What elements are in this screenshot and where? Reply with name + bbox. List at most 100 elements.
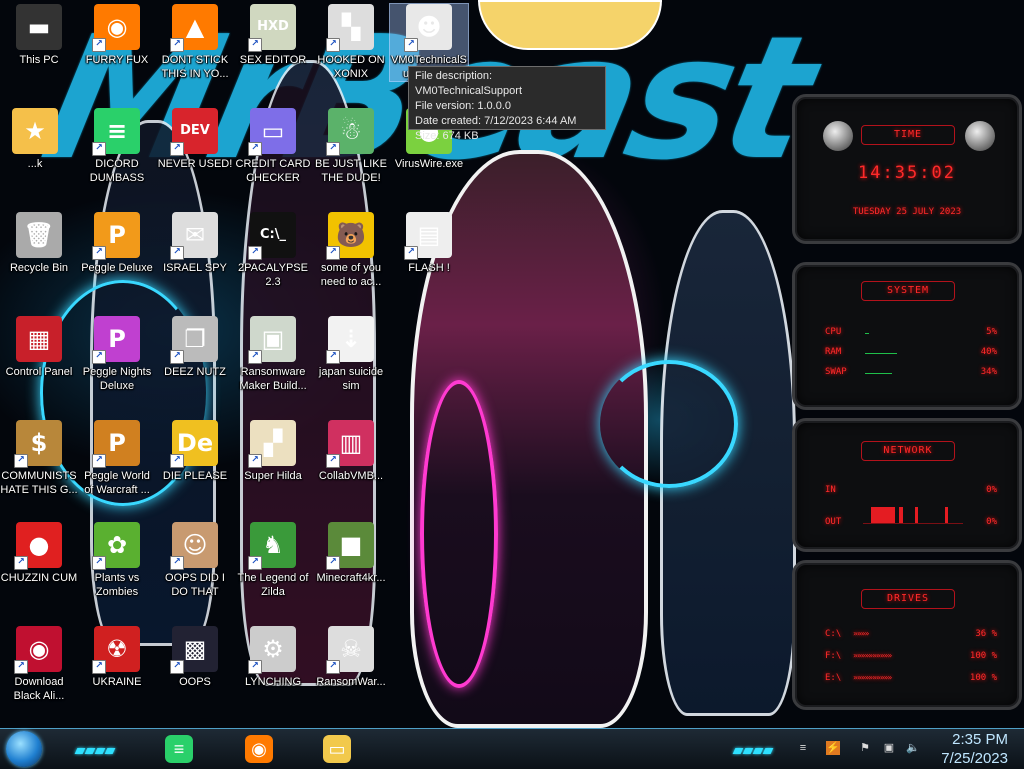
2pacalypse-icon: C:\_ ↗ xyxy=(248,212,296,260)
system-cpu-value: 5% xyxy=(986,327,997,337)
tooltip-version: File version: 1.0.0.0 xyxy=(415,100,511,112)
minecraft4kr-icon: ■ ↗ xyxy=(326,522,374,570)
taskbar-button-discord-pinned[interactable]: ≡ xyxy=(156,731,202,767)
desktop-icon-be-just-like-the-dude[interactable]: ☃ ↗ BE JUST LIKE THE DUDE! xyxy=(312,108,390,185)
peggle-nights-icon: P ↗ xyxy=(92,316,140,364)
desktop-icon-japan-suicide-sim[interactable]: ⇣ ↗ japan suicide sim xyxy=(312,316,390,393)
desktop-icon-israel-spy[interactable]: ✉ ↗ ISRAEL SPY xyxy=(156,212,234,275)
hooked-on-xonix-icon: ▚ ↗ xyxy=(326,4,374,52)
desktop-icon-never-used[interactable]: DEV ↗ NEVER USED! xyxy=(156,108,234,171)
system-ram-value: 40% xyxy=(980,347,997,357)
desktop-icon-some-of-you[interactable]: 🐻 ↗ some of you need to ac... xyxy=(312,212,390,289)
widget-network-title: NETWORK xyxy=(861,441,955,461)
desktop-icon-lynching[interactable]: ⚙ ↗ LYNCHING xyxy=(234,626,312,689)
system-swap-bar xyxy=(865,373,892,374)
dicord-dumbass-icon: ≡ ↗ xyxy=(92,108,140,156)
taskbar-clock-time: 2:35 PM xyxy=(952,731,1008,748)
desktop-icon-oops-did-i[interactable]: ☺ ↗ OOPS DID I DO THAT xyxy=(156,522,234,599)
drive-usage-bar: »»»» xyxy=(853,629,869,638)
peggle-deluxe-icon: P ↗ xyxy=(92,212,140,260)
dont-stick-icon: ▲ ↗ xyxy=(170,4,218,52)
widget-drives-title: DRIVES xyxy=(861,589,955,609)
shortcut-arrow-icon: ↗ xyxy=(170,350,184,364)
widget-time-clock: 14:35:02 xyxy=(858,163,956,183)
desktop-icon-super-hilda[interactable]: ▞ ↗ Super Hilda xyxy=(234,420,312,483)
desktop-icon-label: japan suicide sim xyxy=(318,366,384,392)
desktop-icon-credit-card-checker[interactable]: ▭ ↗ CREDIT CARD CHECKER xyxy=(234,108,312,185)
shortcut-arrow-icon: ↗ xyxy=(14,556,28,570)
desktop-icon-oops[interactable]: ▩ ↗ OOPS xyxy=(156,626,234,689)
drive-usage-bar: »»»»»»»»»» xyxy=(853,651,892,660)
network-in-label: IN xyxy=(825,485,836,495)
desktop-icon-label: CollabVMB... xyxy=(318,470,384,482)
desktop-icon-communists[interactable]: $ ↗ COMMUNISTS HATE THIS G... xyxy=(0,420,78,497)
desktop-icon-dont-stick[interactable]: ▲ ↗ DONT STICK THIS IN YO... xyxy=(156,4,234,81)
shortcut-arrow-icon: ↗ xyxy=(404,246,418,260)
desktop-icon-label: This PC xyxy=(19,54,59,66)
desktop-icon-label: NEVER USED! xyxy=(157,158,233,170)
drive-label: C:\ xyxy=(825,629,842,639)
desktop-icon-label: Super Hilda xyxy=(244,470,302,482)
desktop-icon-collabvmb[interactable]: ▥ ↗ CollabVMB... xyxy=(312,420,390,483)
desktop-icon-hooked-on-xonix[interactable]: ▚ ↗ HOOKED ON XONIX xyxy=(312,4,390,81)
desktop-icon-recycle-bin[interactable]: 🗑 Recycle Bin xyxy=(0,212,78,275)
desktop-icon-flash[interactable]: ▤ ↗ FLASH ! xyxy=(390,212,468,275)
desktop-icon-sex-editor[interactable]: HXD ↗ SEX EDITOR xyxy=(234,4,312,67)
wallpaper-cartoon-girl xyxy=(478,0,662,50)
desktop-icon-peggle-world[interactable]: P ↗ Peggle World of Warcraft ... xyxy=(78,420,156,497)
desktop-icon-this-pc[interactable]: ▬ This PC xyxy=(0,4,78,67)
desktop-icon-label: ...k xyxy=(27,158,43,170)
drive-usage-value: 100 % xyxy=(969,651,997,661)
recycle-bin-icon: 🗑 xyxy=(16,212,62,258)
shortcut-arrow-icon: ↗ xyxy=(92,38,106,52)
desktop-icon-label: Peggle World of Warcraft ... xyxy=(84,470,150,496)
credit-card-checker-icon: ▭ ↗ xyxy=(248,108,296,156)
network-icon[interactable]: ▣ xyxy=(882,741,896,755)
widget-time[interactable]: TIME 14:35:02 TUESDAY 25 JULY 2023 xyxy=(792,94,1022,244)
desktop-icon-minecraft4kr[interactable]: ■ ↗ Minecraft4kr... xyxy=(312,522,390,585)
desktop-icon-label: CHUZZIN CUM xyxy=(0,572,78,584)
shortcut-arrow-icon: ↗ xyxy=(404,38,418,52)
file-tooltip: File description: VM0TechnicalSupport Fi… xyxy=(408,66,606,142)
desktop-icon-dick[interactable]: ★ ...k xyxy=(0,108,74,171)
system-swap-label: SWAP xyxy=(825,367,847,377)
desktop-icon-legend-of-zilda[interactable]: ♞ ↗ The Legend of Zilda xyxy=(234,522,312,599)
widget-network[interactable]: NETWORK IN 0% OUT 0% xyxy=(792,418,1022,552)
desktop-icon-furry-fux[interactable]: ◉ ↗ FURRY FUX xyxy=(78,4,156,67)
volume-icon[interactable]: 🔈 xyxy=(906,741,920,755)
israel-spy-icon: ✉ ↗ xyxy=(170,212,218,260)
desktop-icon-deez-nutz[interactable]: ❐ ↗ DEEZ NUTZ xyxy=(156,316,234,379)
desktop-icon-2pacalypse[interactable]: C:\_ ↗ 2PACALYPSE 2.3 xyxy=(234,212,312,289)
show-hidden-icons-icon[interactable]: ≡ xyxy=(796,741,810,755)
taskbar-button-explorer-pinned[interactable]: ▭ xyxy=(314,731,360,767)
flash-icon: ▤ ↗ xyxy=(404,212,452,260)
taskbar-button-firefox-pinned[interactable]: ◉ xyxy=(236,731,282,767)
shortcut-arrow-icon: ↗ xyxy=(14,660,28,674)
desktop-icon-ransomware-maker[interactable]: ▣ ↗ Ransomware Maker Build... xyxy=(234,316,312,393)
deez-nutz-icon: ❐ ↗ xyxy=(170,316,218,364)
tray-app-icon[interactable]: ⚡ xyxy=(826,741,840,755)
shortcut-arrow-icon: ↗ xyxy=(170,454,184,468)
desktop-icon-dicord-dumbass[interactable]: ≡ ↗ DICORD DUMBASS xyxy=(78,108,156,185)
desktop-icon-ukraine[interactable]: ☢ ↗ UKRAINE xyxy=(78,626,156,689)
desktop-icon-ransomwar[interactable]: ☠ ↗ RansomWar... xyxy=(312,626,390,689)
desktop-icon-die-please[interactable]: De ↗ DIE PLEASE xyxy=(156,420,234,483)
desktop-icon-plants-vs-zombies[interactable]: ✿ ↗ Plants vs Zombies xyxy=(78,522,156,599)
desktop-icon-label: CREDIT CARD CHECKER xyxy=(235,158,311,184)
drive-usage-value: 100 % xyxy=(969,673,997,683)
desktop-icon-control-panel[interactable]: ▦ Control Panel xyxy=(0,316,78,379)
desktop-icon-download-black-ali[interactable]: ◉ ↗ Download Black Ali... xyxy=(0,626,78,703)
firefox-icon: ◉ xyxy=(245,735,273,763)
taskbar-clock[interactable]: 2:35 PM 7/25/2023 xyxy=(941,730,1008,768)
desktop-icon-label: ISRAEL SPY xyxy=(163,262,227,274)
system-cpu-bar xyxy=(865,333,869,334)
network-out-value: 0% xyxy=(986,517,997,527)
widget-system[interactable]: SYSTEM CPU 5% RAM 40% SWAP 34% xyxy=(792,262,1022,410)
system-ram-label: RAM xyxy=(825,347,842,357)
desktop-icon-chuzzin-cum[interactable]: ● ↗ CHUZZIN CUM xyxy=(0,522,78,585)
action-center-flag-icon[interactable]: ⚑ xyxy=(858,741,872,755)
desktop-icon-peggle-deluxe[interactable]: P ↗ Peggle Deluxe xyxy=(78,212,156,275)
desktop-icon-peggle-nights[interactable]: P ↗ Peggle Nights Deluxe xyxy=(78,316,156,393)
start-button[interactable] xyxy=(6,731,42,767)
widget-drives[interactable]: DRIVES C:\ 36 % »»»» F:\ 100 % »»»»»»»»»» E:\ 1… xyxy=(792,560,1022,710)
